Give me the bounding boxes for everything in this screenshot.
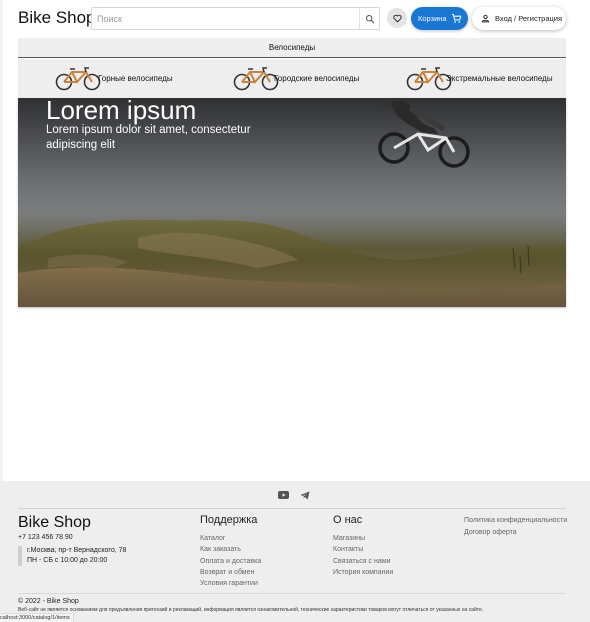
category-label: Городские велосипеды [274, 74, 360, 83]
favorites-button[interactable] [387, 8, 407, 28]
footer-bottom-divider [18, 593, 566, 594]
bike-icon [55, 67, 101, 91]
footer: Bike Shop +7 123 456 78 90 г.Москва, пр-… [0, 481, 590, 622]
header: Bike Shop Корзина Вход / Регистрация [0, 0, 590, 38]
hero-banner: Lorem ipsum Lorem ipsum dolor sit amet, … [18, 98, 566, 307]
status-bar-url: calhost:3000/catalog/1/items [0, 613, 74, 622]
cart-label: Корзина [418, 14, 447, 23]
footer-link-contact-us[interactable]: Связаться с нами [333, 556, 393, 567]
rider-figure [378, 98, 470, 168]
footer-copyright: © 2022 - Bike Shop [18, 598, 79, 605]
search-input[interactable] [92, 8, 358, 29]
footer-link-stores[interactable]: Магазины [333, 533, 393, 544]
footer-link-contacts[interactable]: Контакты [333, 544, 393, 555]
footer-divider [18, 508, 566, 509]
bike-icon [233, 67, 279, 91]
footer-about-title: О нас [333, 514, 363, 526]
telegram-icon[interactable] [299, 490, 311, 500]
footer-legal-links: Политика конфиденциальности Договор офер… [464, 515, 567, 538]
category-label: Экстремальные велосипеды [446, 74, 553, 83]
footer-about-links: Магазины Контакты Связаться с нами Истор… [333, 533, 393, 578]
login-button[interactable]: Вход / Регистрация [472, 7, 566, 30]
footer-phone[interactable]: +7 123 456 78 90 [18, 534, 73, 541]
login-label: Вход / Регистрация [495, 14, 563, 23]
footer-link-how-to-order[interactable]: Как заказать [200, 544, 261, 555]
footer-link-payment-delivery[interactable]: Оплата и доставка [200, 556, 261, 567]
footer-link-history[interactable]: История компании [333, 567, 393, 578]
footer-link-privacy[interactable]: Политика конфиденциальности [464, 515, 567, 527]
site-logo[interactable]: Bike Shop [18, 8, 96, 28]
cart-icon [451, 13, 461, 23]
footer-support-title: Поддержка [200, 514, 258, 526]
footer-link-returns[interactable]: Возврат и обмен [200, 567, 261, 578]
footer-support-links: Каталог Как заказать Оплата и доставка В… [200, 533, 261, 589]
cart-button[interactable]: Корзина [411, 7, 468, 30]
footer-address: г.Москва, пр-т Вернадского, 78 [27, 547, 127, 554]
hero-title: Lorem ipsum [46, 98, 197, 125]
youtube-icon[interactable] [277, 490, 289, 500]
hero-subtitle: Lorem ipsum dolor sit amet, consectetur … [46, 124, 251, 151]
social-links [277, 490, 311, 500]
search-button[interactable] [359, 8, 379, 29]
heart-icon [392, 14, 402, 22]
footer-logo: Bike Shop [18, 514, 91, 531]
footer-link-warranty[interactable]: Условия гарантии [200, 578, 261, 589]
category-label: Горные велосипеды [98, 74, 173, 83]
footer-disclaimer: Веб-сайт не является основанием для пред… [18, 607, 484, 613]
footer-link-offer[interactable]: Договор оферта [464, 527, 567, 539]
footer-link-catalog[interactable]: Каталог [200, 533, 261, 544]
user-icon [481, 14, 490, 23]
search-icon [365, 14, 374, 23]
search-box [91, 7, 380, 30]
catalog-title[interactable]: Велосипеды [18, 38, 566, 58]
footer-hours: ПН - СБ с 10:00 до 20:00 [27, 557, 108, 564]
category-menu: Горные велосипеды Городские велосипеды Э… [18, 59, 566, 98]
footer-address-block: г.Москва, пр-т Вернадского, 78 ПН - СБ с… [18, 546, 126, 566]
